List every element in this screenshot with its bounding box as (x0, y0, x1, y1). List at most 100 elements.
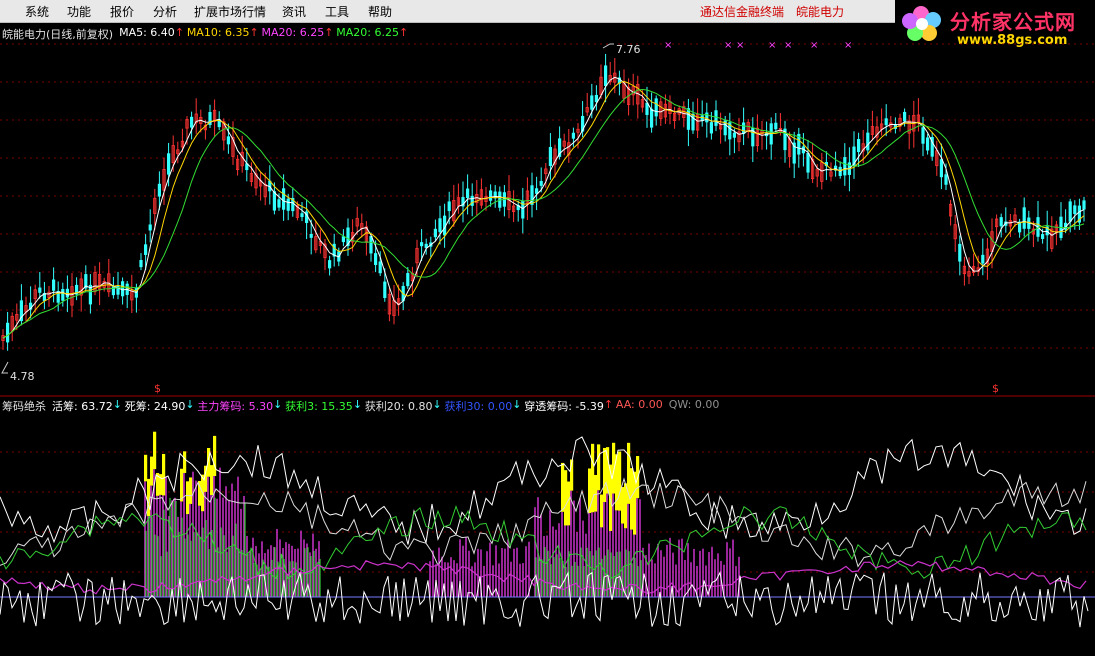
peak-chips-bar (213, 435, 217, 477)
menu-system[interactable]: 系统 (25, 3, 49, 20)
peak-chips-bar (210, 465, 214, 496)
candle-body (424, 243, 428, 248)
indicator-legend-4: 获利3: 15.35 (285, 400, 353, 413)
candle-body (686, 108, 691, 130)
candle-body (774, 122, 778, 130)
candle-body (843, 157, 847, 176)
indicator-legend-5: 获利20: 0.80 (364, 400, 433, 413)
menu-function[interactable]: 功能 (67, 3, 91, 20)
candle-body (903, 111, 907, 122)
indicator-legend-2: 死筹: 24.90 (124, 400, 186, 413)
candle-body (857, 139, 861, 153)
high-price-label: 7.76 (616, 43, 641, 56)
candle-body (189, 116, 194, 128)
indicator-legend-arrow-icon: ↓ (185, 398, 195, 411)
indicator-legend-arrow-icon: ↓ (273, 398, 283, 411)
menu-quotes[interactable]: 报价 (110, 3, 134, 20)
candle-body (6, 322, 10, 343)
indicator-bars (144, 431, 740, 597)
peak-chips-bar (621, 487, 625, 524)
candle-body (383, 281, 387, 298)
candle-body (539, 181, 543, 186)
candle-body (742, 122, 746, 134)
candle-body (38, 287, 42, 293)
peak-chips-bar (144, 454, 148, 482)
peak-chips-bar (567, 481, 571, 526)
indicator-legend-arrow-icon: ↓ (512, 398, 522, 411)
menu-tools[interactable]: 工具 (325, 3, 349, 20)
candle-body (1022, 207, 1026, 229)
terminal-link[interactable]: 通达信金融终端 (700, 3, 784, 20)
low-price-label: 4.78 (10, 370, 35, 383)
indicator-legend-7: 穿透筹码: -5.39 (524, 400, 604, 413)
peak-chips-bar (180, 468, 184, 502)
candle-body (373, 253, 378, 266)
signal-x-mark: × (784, 40, 792, 51)
candle-body (590, 95, 594, 110)
peak-chips-bar (564, 470, 568, 526)
candle-body (1073, 205, 1077, 215)
indicator-panel (0, 431, 1095, 628)
candle-body (921, 127, 925, 144)
menu-analysis[interactable]: 分析 (153, 3, 177, 20)
candle-body (571, 132, 576, 139)
peak-chips-bar (189, 477, 193, 504)
candle-body (650, 108, 654, 128)
indicator-legend-arrow-icon: ↓ (352, 398, 363, 411)
indicator-legend-6: 获利30: 0.00 (444, 400, 513, 413)
candle-body (548, 146, 553, 166)
peak-chips-bar (153, 431, 157, 470)
ma-legend-arrow-icon: ↑ (174, 26, 185, 39)
indicator-legend-arrow-icon: ↓ (432, 398, 442, 411)
candle-body (139, 259, 143, 268)
peak-chips-bar (561, 462, 565, 512)
candle-body (714, 110, 718, 126)
dollar-marker: $ (992, 382, 999, 395)
low-marker: 4.78 (1, 361, 35, 383)
signal-x-mark: × (724, 40, 732, 51)
candle-body (866, 132, 870, 151)
indicator-legend-0: 筹码绝杀 (2, 400, 46, 413)
signal-x-mark: × (736, 40, 744, 51)
candle-body (654, 98, 658, 117)
candle-body (535, 188, 539, 194)
candle-body (272, 191, 277, 211)
menu-extended-market[interactable]: 扩展市场行情 (194, 3, 266, 20)
peak-chips-bar (186, 481, 190, 515)
ma10-line (2, 80, 1085, 339)
kline-chart[interactable]: 7.76 4.78 × × × × × × × $ $ (0, 22, 1095, 656)
candle-body (148, 224, 152, 231)
candlestick-series (1, 53, 1086, 351)
candle-body (1068, 201, 1072, 222)
candle-body (61, 288, 65, 301)
candle-body (465, 188, 470, 199)
candle-body (419, 242, 424, 247)
ma-legend-4: MA20: 6.25 (336, 26, 399, 39)
menu-help[interactable]: 帮助 (368, 3, 392, 20)
stock-name-link[interactable]: 皖能电力 (796, 3, 844, 20)
candle-body (226, 136, 230, 145)
ma-legend-0: 皖能电力(日线,前复权) (2, 28, 114, 41)
peak-chips-bar (150, 456, 154, 486)
signal-x-marks: × × × × × × × (664, 40, 852, 51)
candle-body (645, 102, 649, 115)
indicator-legend-arrow-icon: ↑ (603, 398, 614, 411)
candle-body (470, 195, 474, 206)
candle-body (378, 261, 382, 274)
signal-x-mark: × (664, 40, 672, 51)
peak-chips-bar (162, 453, 166, 496)
candle-body (52, 279, 56, 291)
menu-info[interactable]: 资讯 (282, 3, 306, 20)
ma-legend-2: MA10: 6.35 (186, 26, 250, 39)
candle-body (732, 132, 737, 138)
candle-body (488, 190, 493, 201)
candle-body (939, 159, 944, 178)
candle-body (277, 199, 281, 208)
candle-body (433, 228, 438, 238)
peak-chips-bar (597, 444, 601, 491)
indicator-legend-arrow-icon: ↓ (112, 398, 122, 411)
candle-body (1082, 200, 1086, 210)
peak-chips-bar (183, 451, 187, 473)
peak-chips-bar (624, 483, 628, 529)
ma-legend-arrow-icon: ↑ (324, 26, 334, 39)
